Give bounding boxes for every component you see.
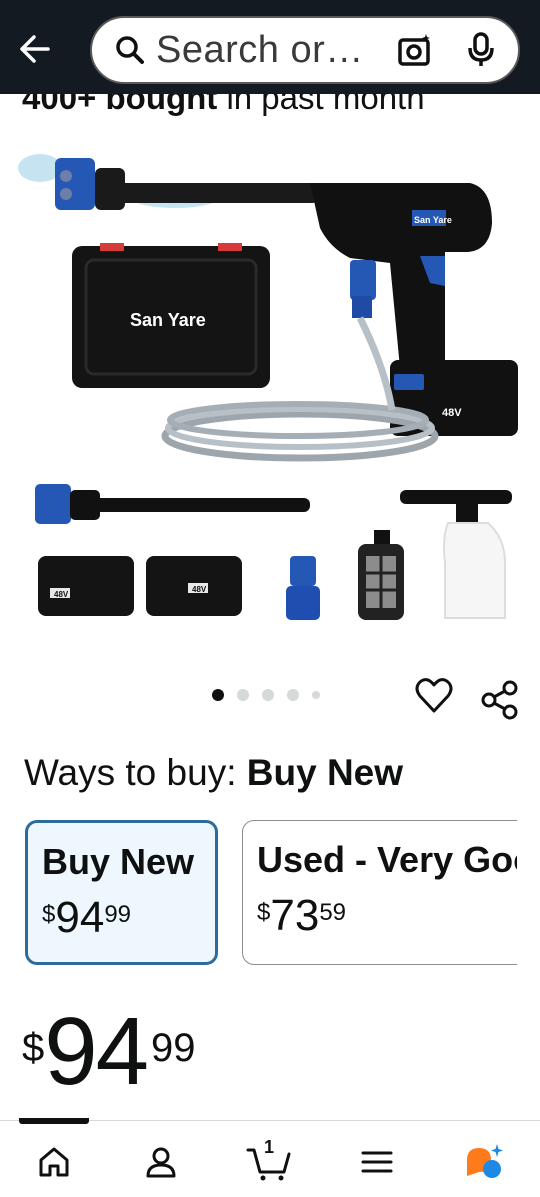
back-button[interactable] xyxy=(14,28,56,70)
gun-brand-label: San Yare xyxy=(414,215,452,225)
option-price: $ 73 59 xyxy=(257,891,517,941)
active-tab-indicator xyxy=(19,1118,89,1124)
battery1-label: 48V xyxy=(54,590,69,599)
product-image[interactable]: San Yare 48V San Yare 48V 48V xyxy=(0,128,540,668)
carousel-dot[interactable] xyxy=(287,689,299,701)
ways-to-buy-heading: Ways to buy: Buy New xyxy=(24,752,403,794)
share-button[interactable] xyxy=(480,680,520,720)
option-price-fraction: 59 xyxy=(319,899,347,926)
option-title: Used - Very Good xyxy=(257,839,517,880)
nav-cart[interactable]: 1 xyxy=(244,1137,294,1185)
share-icon xyxy=(481,680,518,720)
bottom-navigation: 1 xyxy=(0,1118,540,1197)
ways-selected: Buy New xyxy=(246,752,404,793)
search-icon xyxy=(108,28,152,72)
price-fraction: 99 xyxy=(151,1026,196,1070)
gun-battery-label: 48V xyxy=(442,407,462,419)
product-price: $ 94 99 xyxy=(22,1004,196,1100)
heart-icon xyxy=(415,678,453,713)
option-price: $ 94 99 xyxy=(42,893,201,943)
option-price-whole: 94 xyxy=(55,893,105,942)
buying-options-row: Buy New $ 94 99 Used - Very Good $ 73 59 xyxy=(0,818,517,968)
option-price-fraction: 99 xyxy=(104,901,132,928)
carousel-dot[interactable] xyxy=(262,689,274,701)
search-bar[interactable]: Search or… xyxy=(90,16,520,84)
carousel-dot[interactable] xyxy=(312,691,320,699)
option-currency: $ xyxy=(42,901,56,928)
camera-lens-icon[interactable] xyxy=(392,27,438,73)
price-currency: $ xyxy=(22,1026,45,1070)
carousel-dot-active[interactable] xyxy=(212,689,224,701)
battery2-label: 48V xyxy=(192,585,207,594)
option-currency: $ xyxy=(257,899,271,926)
case-brand-label: San Yare xyxy=(130,310,206,330)
ways-prefix: Ways to buy: xyxy=(24,752,237,793)
arrow-left-icon xyxy=(20,35,50,63)
account-icon xyxy=(146,1147,176,1178)
cart-count-badge: 1 xyxy=(264,1137,275,1157)
buy-new-option[interactable]: Buy New $ 94 99 xyxy=(25,820,218,965)
nav-account[interactable] xyxy=(138,1139,184,1185)
option-price-whole: 73 xyxy=(270,891,320,940)
price-whole: 94 xyxy=(44,998,149,1105)
image-carousel-dots[interactable] xyxy=(212,689,320,701)
microphone-icon[interactable] xyxy=(458,27,504,73)
nav-rufus[interactable] xyxy=(462,1139,508,1185)
option-title: Buy New xyxy=(42,841,195,882)
carousel-dot[interactable] xyxy=(237,689,249,701)
rufus-icon xyxy=(467,1144,503,1178)
nav-menu[interactable] xyxy=(354,1139,400,1185)
wishlist-button[interactable] xyxy=(414,676,454,716)
search-input[interactable]: Search or… xyxy=(156,29,392,72)
nav-home[interactable] xyxy=(31,1139,77,1185)
top-header: Search or… xyxy=(0,0,540,94)
used-very-good-option[interactable]: Used - Very Good $ 73 59 xyxy=(242,820,517,965)
home-icon xyxy=(39,1147,69,1177)
pressure-washer-kit-illustration: San Yare 48V San Yare 48V 48V xyxy=(18,154,518,620)
menu-icon xyxy=(361,1151,393,1173)
